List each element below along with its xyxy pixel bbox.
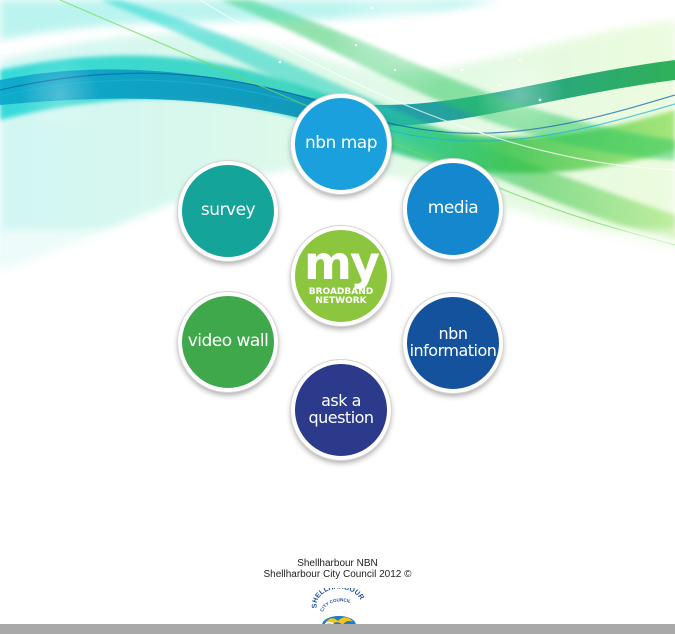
network-label: NETWORK: [315, 296, 367, 307]
survey-label: survey: [200, 200, 256, 221]
nbn-information-label: nbn information: [409, 325, 497, 360]
nbn-map-label: nbn map: [304, 133, 378, 154]
footer-copyright: Shellharbour City Council 2012 ©: [263, 569, 412, 580]
my-logo-text: my: [304, 236, 380, 291]
media-label: media: [427, 198, 479, 219]
ask-a-question-button[interactable]: ask a question: [291, 360, 391, 460]
svg-text:CITY COUNCIL: CITY COUNCIL: [319, 597, 352, 612]
footer: Shellharbour NBN Shellharbour City Counc…: [0, 558, 675, 580]
footer-site-name: Shellharbour NBN: [297, 558, 378, 569]
ask-a-question-label: ask a question: [308, 392, 374, 427]
nbn-information-button[interactable]: nbn information: [403, 293, 503, 393]
nbn-map-button[interactable]: nbn map: [291, 94, 391, 194]
survey-button[interactable]: survey: [178, 161, 278, 261]
bottom-bar: [0, 624, 675, 634]
my-broadband-network-button[interactable]: my BROADBAND NETWORK: [291, 226, 391, 326]
ask-line2: question: [308, 408, 374, 427]
video-wall-button[interactable]: video wall: [178, 292, 278, 392]
video-wall-label: video wall: [187, 331, 269, 352]
nbn-information-line2: information: [409, 341, 497, 360]
media-button[interactable]: media: [403, 159, 503, 259]
